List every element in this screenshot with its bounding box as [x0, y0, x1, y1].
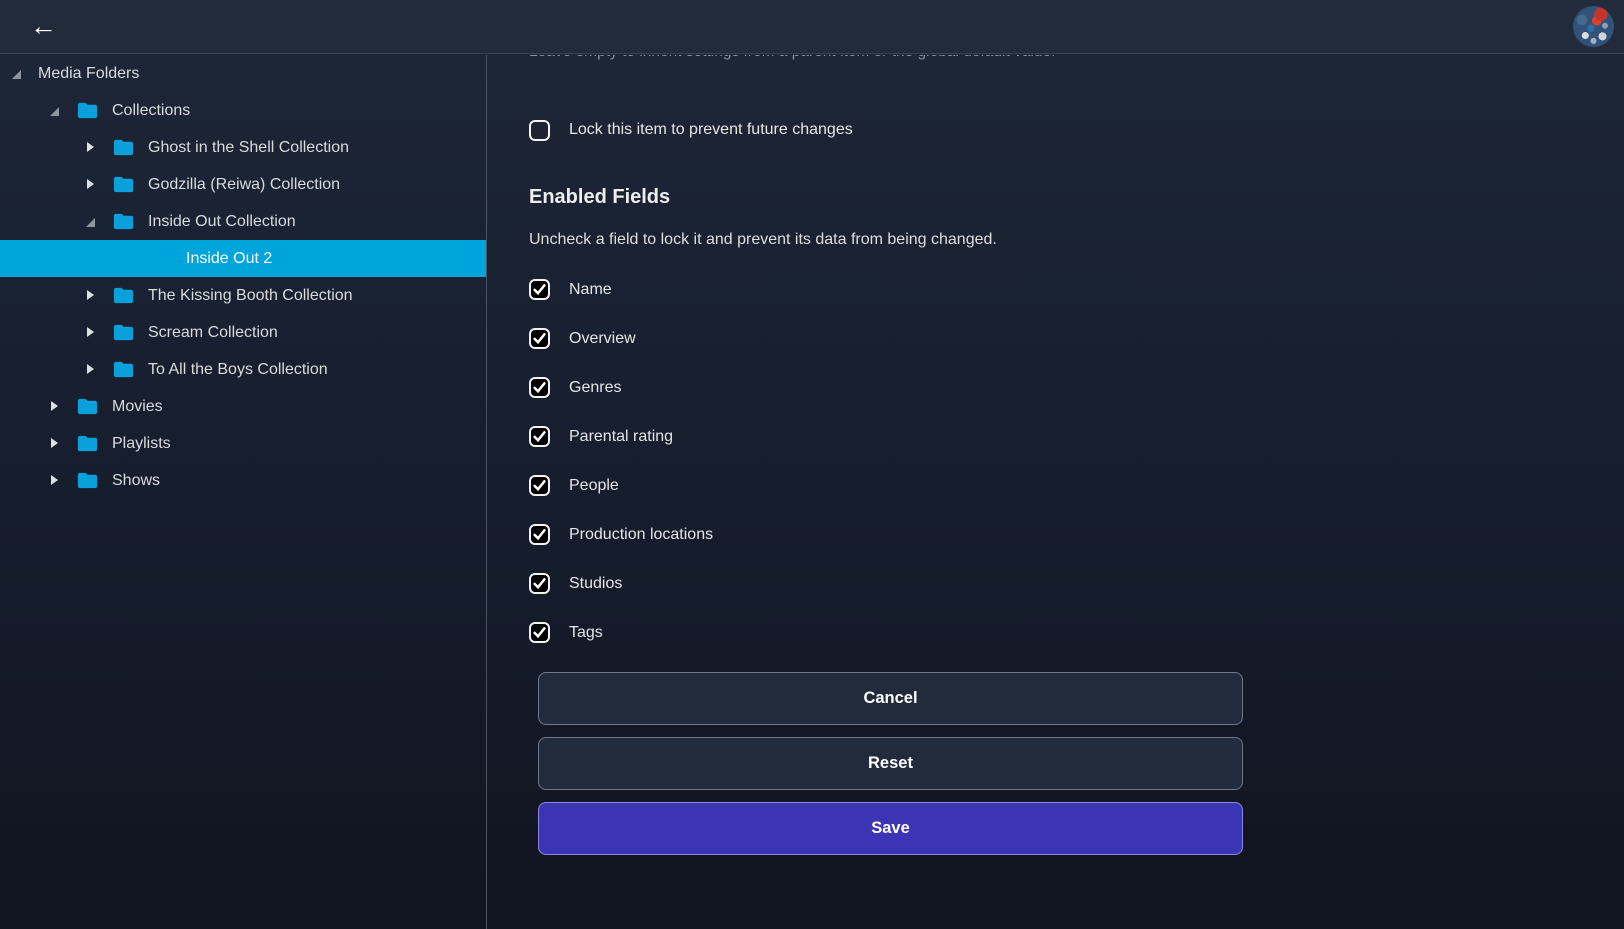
field-row-parental-rating[interactable]: Parental rating [529, 423, 1624, 450]
tree-item-scream-collection[interactable]: Scream Collection [0, 314, 486, 351]
field-row-name[interactable]: Name [529, 276, 1624, 303]
reset-button[interactable]: Reset [538, 737, 1243, 790]
lock-item-label[interactable]: Lock this item to prevent future changes [569, 121, 853, 139]
field-row-tags[interactable]: Tags [529, 619, 1624, 646]
folder-icon [112, 358, 135, 381]
expander-collapsed-icon[interactable] [86, 364, 96, 375]
inherit-settings-note: Leave empty to inherit settings from a p… [529, 55, 1624, 62]
folder-icon [76, 99, 99, 122]
lock-item-row[interactable]: Lock this item to prevent future changes [529, 118, 1624, 142]
folder-icon [112, 136, 135, 159]
top-bar: ← [0, 0, 1624, 54]
checkmark-icon [532, 527, 547, 542]
field-row-genres[interactable]: Genres [529, 374, 1624, 401]
tree-item-label: Scream Collection [148, 324, 278, 342]
field-row-studios[interactable]: Studios [529, 570, 1624, 597]
folder-icon [76, 469, 99, 492]
tree-item-label: Collections [112, 102, 190, 120]
folder-icon [76, 432, 99, 455]
checkbox-label[interactable]: Production locations [569, 526, 713, 544]
checkbox-label[interactable]: Parental rating [569, 428, 673, 446]
checkbox-label[interactable]: Tags [569, 624, 603, 642]
checkmark-icon [532, 282, 547, 297]
checkbox-studios[interactable] [529, 573, 550, 594]
tree-item-label: The Kissing Booth Collection [148, 287, 353, 305]
tree-item-label: Media Folders [38, 65, 139, 83]
tree-item-label: Ghost in the Shell Collection [148, 139, 349, 157]
tree-item-inside-out-2-selected[interactable]: Inside Out 2 [0, 240, 486, 277]
tree-item-the-kissing-booth-collection[interactable]: The Kissing Booth Collection [0, 277, 486, 314]
checkbox-parental-rating[interactable] [529, 426, 550, 447]
checkmark-icon [532, 331, 547, 346]
checkbox-name[interactable] [529, 279, 550, 300]
tree-item-label: Godzilla (Reiwa) Collection [148, 176, 340, 194]
field-row-overview[interactable]: Overview [529, 325, 1624, 352]
expander-expanded-icon[interactable] [86, 216, 96, 227]
folder-icon [112, 173, 135, 196]
back-button[interactable]: ← [24, 11, 63, 42]
tree-item-movies[interactable]: Movies [0, 388, 486, 425]
tree-item-collections[interactable]: Collections [0, 92, 486, 129]
checkbox-label[interactable]: Genres [569, 379, 621, 397]
tree-item-label: To All the Boys Collection [148, 361, 328, 379]
enabled-fields-list: Name Overview Genres Parental rating Peo [529, 276, 1624, 646]
form-buttons: Cancel Reset Save [538, 672, 1243, 855]
checkbox-genres[interactable] [529, 377, 550, 398]
checkbox-overview[interactable] [529, 328, 550, 349]
tree-item-label: Inside Out 2 [186, 250, 272, 268]
expander-collapsed-icon[interactable] [86, 290, 96, 301]
checkbox-label[interactable]: Studios [569, 575, 622, 593]
cancel-button[interactable]: Cancel [538, 672, 1243, 725]
expander-collapsed-icon[interactable] [50, 475, 60, 486]
expander-collapsed-icon[interactable] [50, 438, 60, 449]
tree-item-media-folders[interactable]: Media Folders [0, 55, 486, 92]
checkmark-icon [532, 429, 547, 444]
folder-icon [76, 395, 99, 418]
expander-collapsed-icon[interactable] [50, 401, 60, 412]
tree-item-label: Inside Out Collection [148, 213, 296, 231]
field-row-people[interactable]: People [529, 472, 1624, 499]
save-button[interactable]: Save [538, 802, 1243, 855]
checkmark-icon [532, 478, 547, 493]
expander-collapsed-icon[interactable] [86, 327, 96, 338]
tree-item-label: Shows [112, 472, 160, 490]
tree-item-label: Playlists [112, 435, 171, 453]
checkbox-production-locations[interactable] [529, 524, 550, 545]
tree-item-playlists[interactable]: Playlists [0, 425, 486, 462]
tree-item-shows[interactable]: Shows [0, 462, 486, 499]
checkmark-icon [532, 625, 547, 640]
tree-item-ghost-in-the-shell-collection[interactable]: Ghost in the Shell Collection [0, 129, 486, 166]
tree-item-label: Movies [112, 398, 163, 416]
tree-item-inside-out-collection[interactable]: Inside Out Collection [0, 203, 486, 240]
expander-collapsed-icon[interactable] [86, 142, 96, 153]
expander-expanded-icon[interactable] [12, 68, 22, 79]
folder-icon [112, 321, 135, 344]
enabled-fields-description: Uncheck a field to lock it and prevent i… [529, 230, 1624, 250]
checkmark-icon [532, 380, 547, 395]
tree-item-to-all-the-boys-collection[interactable]: To All the Boys Collection [0, 351, 486, 388]
tree-item-godzilla-reiwa-collection[interactable]: Godzilla (Reiwa) Collection [0, 166, 486, 203]
folder-icon [112, 210, 135, 233]
checkbox-label[interactable]: Overview [569, 330, 636, 348]
enabled-fields-title: Enabled Fields [529, 184, 1624, 210]
field-row-production-locations[interactable]: Production locations [529, 521, 1624, 548]
checkbox-tags[interactable] [529, 622, 550, 643]
media-folders-tree: Media Folders Collections Ghost in the S… [0, 55, 487, 929]
checkbox-label[interactable]: Name [569, 281, 612, 299]
metadata-editor-pane: Leave empty to inherit settings from a p… [488, 55, 1624, 929]
expander-expanded-icon[interactable] [50, 105, 60, 116]
checkmark-icon [532, 576, 547, 591]
checkbox-label[interactable]: People [569, 477, 619, 495]
user-avatar[interactable] [1573, 6, 1614, 47]
lock-item-checkbox[interactable] [529, 120, 550, 141]
expander-collapsed-icon[interactable] [86, 179, 96, 190]
checkbox-people[interactable] [529, 475, 550, 496]
folder-icon [112, 284, 135, 307]
